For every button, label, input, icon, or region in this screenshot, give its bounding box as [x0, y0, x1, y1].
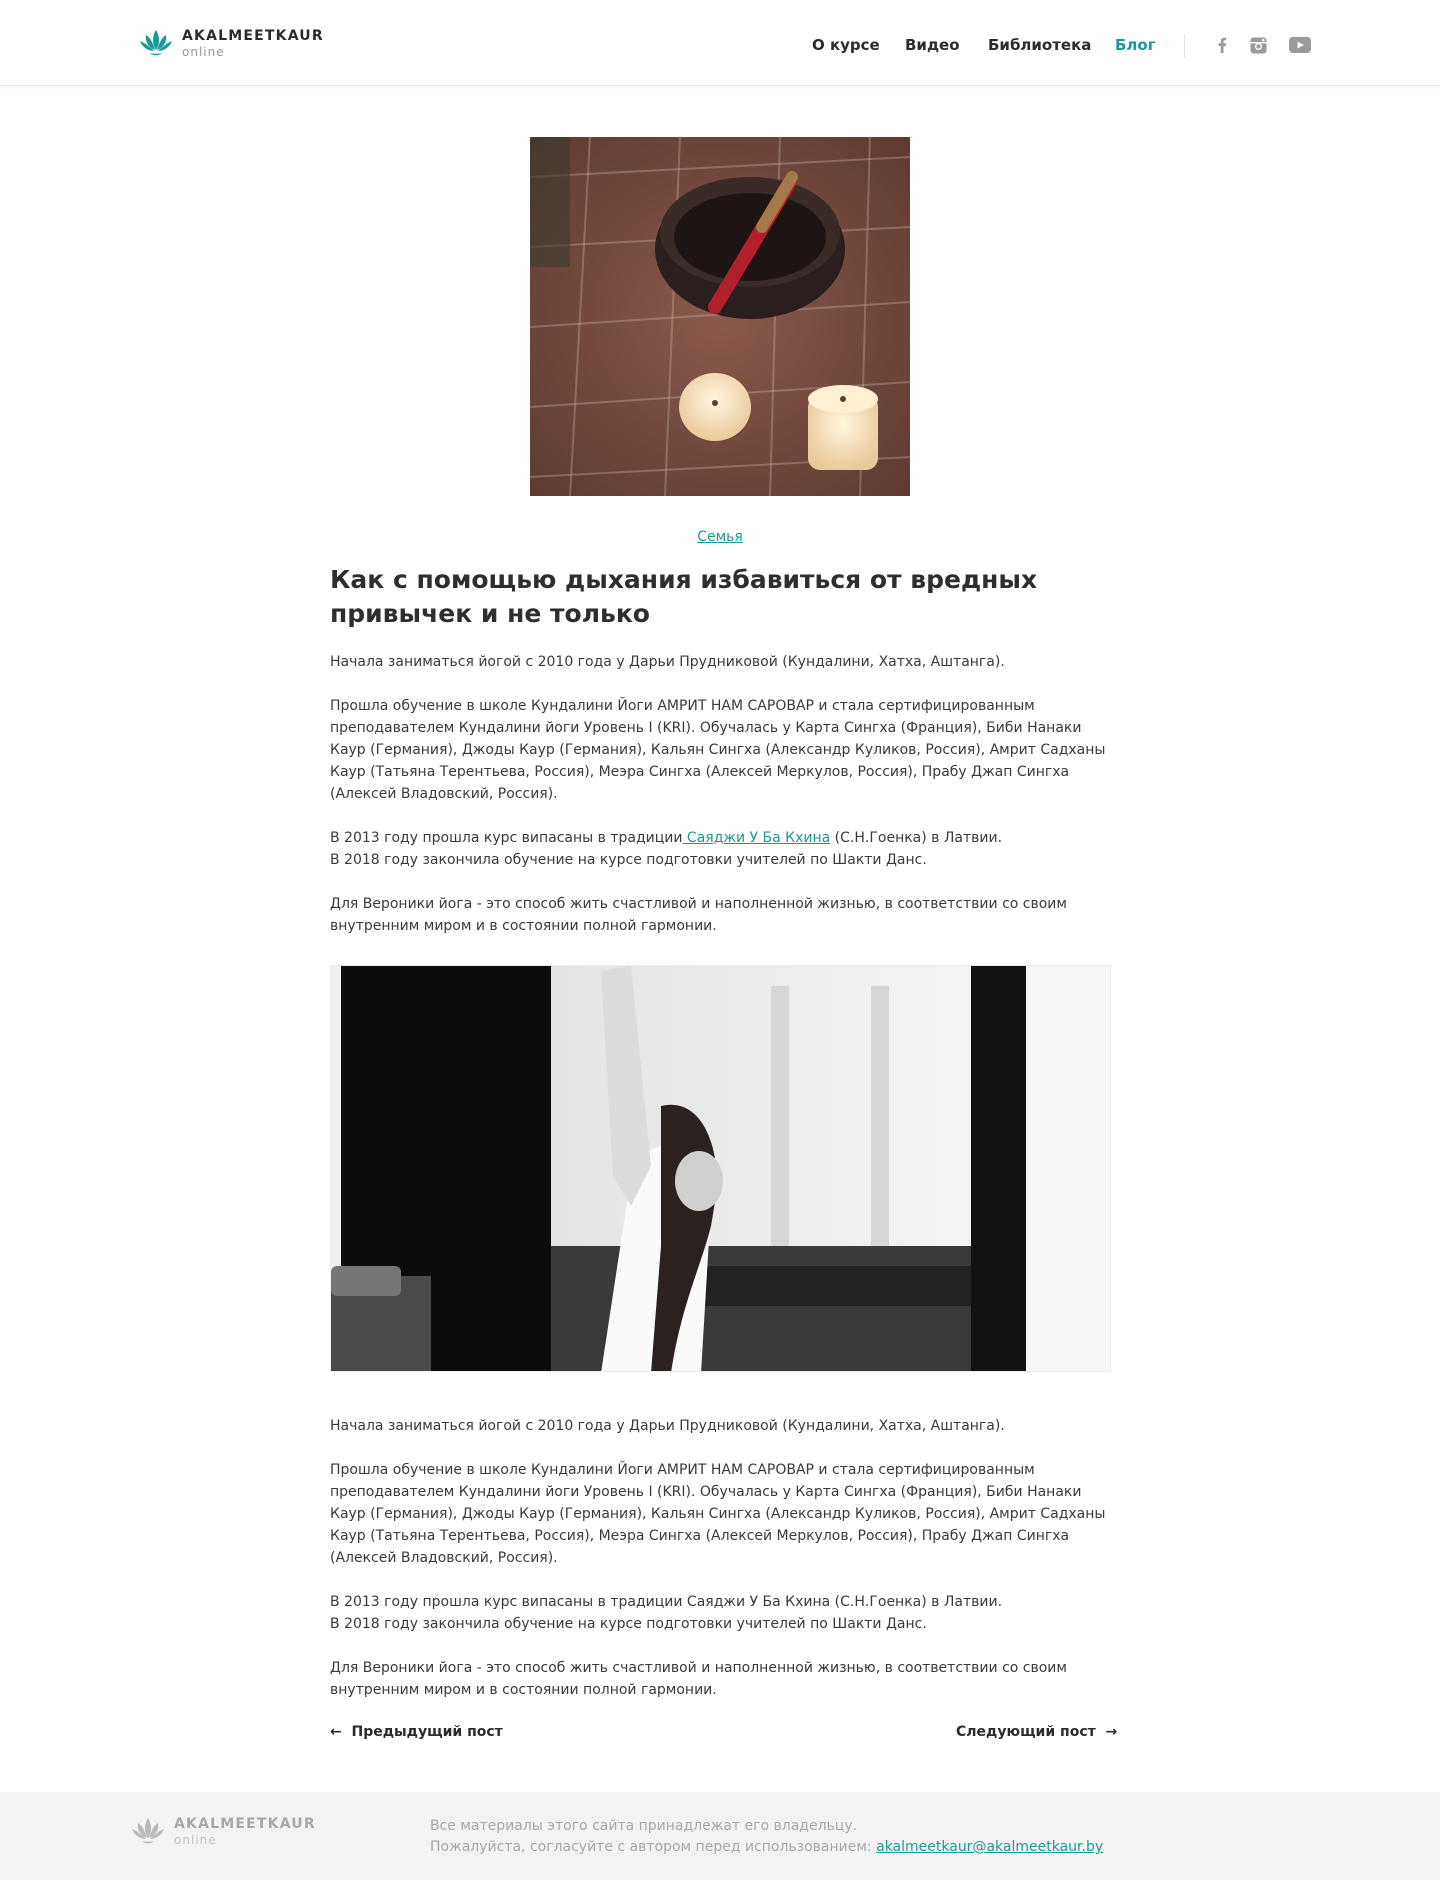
footer-brand-subtitle: online — [174, 1832, 217, 1847]
article-paragraph: Прошла обучение в школе Кундалини Йоги А… — [330, 1462, 1106, 1566]
article-cover-image — [530, 137, 910, 496]
next-post-link[interactable]: Следующий пост → — [956, 1724, 1117, 1740]
article-photo — [330, 965, 1111, 1372]
article-paragraph: Начала заниматься йогой с 2010 года у Да… — [330, 1418, 1005, 1434]
footer-email-link[interactable]: akalmeetkaur@akalmeetkaur.by — [876, 1839, 1103, 1855]
footer-copyright: Все материалы этого сайта принадлежат ег… — [430, 1816, 1103, 1858]
article-category-link[interactable]: Семья — [0, 529, 1440, 545]
brand-name: AKALMEETKAUR — [182, 27, 324, 44]
footer-logo[interactable]: AKALMEETKAUR online — [130, 1814, 316, 1848]
instagram-icon[interactable] — [1248, 36, 1268, 54]
footer-line-1: Все материалы этого сайта принадлежат ег… — [430, 1818, 858, 1834]
nav-divider — [1184, 34, 1185, 58]
facebook-icon[interactable] — [1212, 36, 1232, 54]
article-paragraph: Начала заниматься йогой с 2010 года у Да… — [330, 654, 1005, 670]
youtube-icon[interactable] — [1288, 36, 1312, 54]
article-paragraph: В 2013 году прошла курс випасаны в тради… — [330, 1591, 1120, 1635]
article-title: Как с помощью дыхания избавиться от вред… — [330, 565, 1038, 628]
nav-about-course[interactable]: О курсе — [812, 36, 880, 54]
brand-subtitle: online — [182, 44, 225, 59]
footer-brand-name: AKALMEETKAUR — [174, 1815, 316, 1832]
article-paragraph: В 2013 году прошла курс випасаны в тради… — [330, 827, 1120, 871]
paragraph-text: В 2013 году прошла курс випасаны в тради… — [330, 1594, 1003, 1610]
arrow-left-icon: ← — [330, 1724, 342, 1740]
next-post-label: Следующий пост — [956, 1724, 1096, 1740]
paragraph-text: (С.Н.Гоенка) в Латвии. — [830, 830, 1003, 846]
lotus-icon — [140, 30, 172, 56]
site-logo[interactable]: AKALMEETKAUR online — [138, 26, 324, 60]
site-footer: AKALMEETKAUR online Все материалы этого … — [0, 1792, 1440, 1880]
previous-post-link[interactable]: ← Предыдущий пост — [330, 1724, 503, 1740]
paragraph-text: В 2018 году закончила обучение на курсе … — [330, 852, 927, 868]
nav-blog[interactable]: Блог — [1115, 36, 1156, 54]
footer-line-2: Пожалуйста, согласуйте с автором перед и… — [430, 1839, 877, 1855]
nav-library[interactable]: Библиотека — [988, 36, 1091, 54]
article-paragraph: Прошла обучение в школе Кундалини Йоги А… — [330, 698, 1106, 802]
sayagyi-u-ba-khin-link[interactable]: Саяджи У Ба Кхина — [682, 830, 830, 846]
arrow-right-icon: → — [1105, 1724, 1118, 1740]
previous-post-label: Предыдущий пост — [351, 1724, 503, 1740]
paragraph-text: В 2018 году закончила обучение на курсе … — [330, 1616, 927, 1632]
article-paragraph: Для Вероники йога - это способ жить счас… — [330, 896, 1067, 934]
lotus-icon — [132, 1818, 164, 1844]
paragraph-text: В 2013 году прошла курс випасаны в тради… — [330, 830, 683, 846]
site-header: AKALMEETKAUR online О курсе Видео Библио… — [0, 0, 1440, 86]
nav-video[interactable]: Видео — [905, 36, 960, 54]
article-paragraph: Для Вероники йога - это способ жить счас… — [330, 1660, 1067, 1698]
